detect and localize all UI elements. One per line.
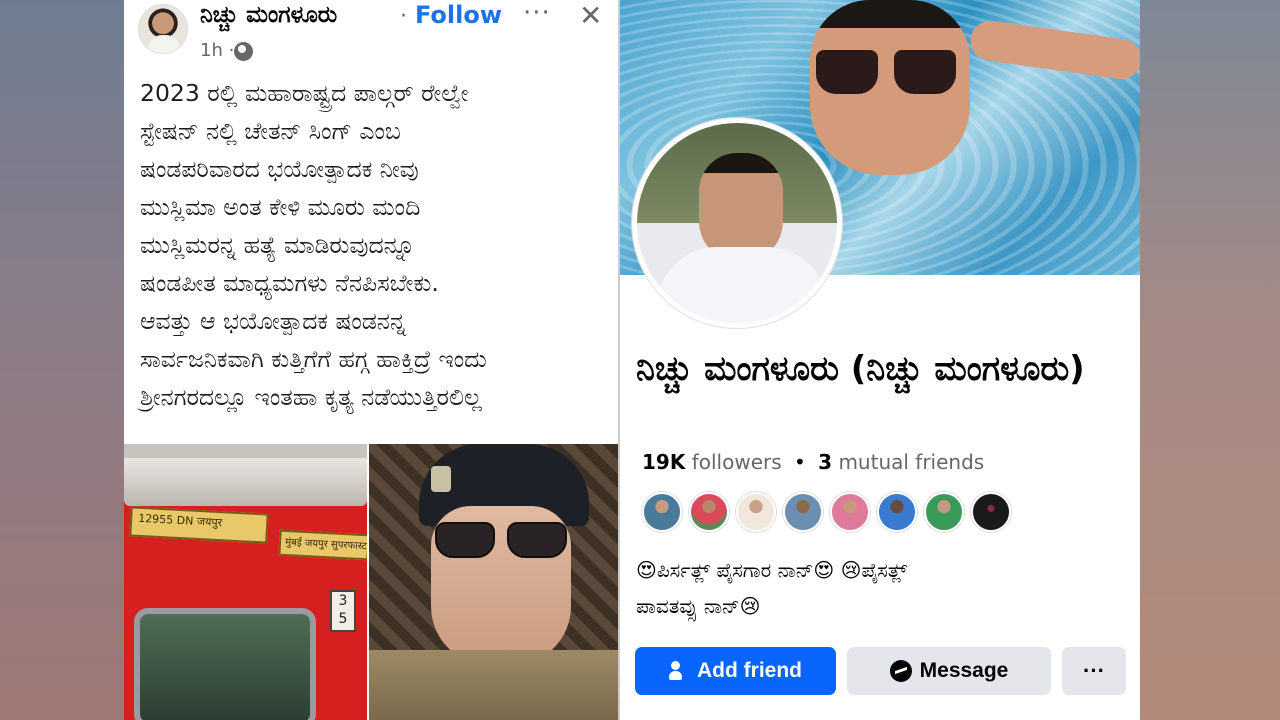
- mutual-label[interactable]: mutual friends: [838, 450, 984, 474]
- mutual-avatar[interactable]: [689, 492, 729, 532]
- post-header: ನಿಚ್ಚು ಮಂಗಳೂರು · Follow ··· ✕ 1h ·: [124, 0, 618, 72]
- train-window: [134, 608, 316, 720]
- post-text-line: ಸ್ಟೇಷನ್ ನಲ್ಲಿ ಚೇತನ್ ಸಿಂಗ್ ಎಂಬ: [140, 117, 401, 145]
- sunglasses-icon: [816, 50, 956, 96]
- profile-picture[interactable]: [632, 118, 842, 328]
- add-friend-label: Add friend: [697, 659, 802, 682]
- mutual-avatar[interactable]: [830, 492, 870, 532]
- post-text-line: ಆವತ್ತು ಆ ಭಯೋತ್ಪಾದಕ ಷಂಡನನ್ನ: [140, 307, 407, 335]
- officer-uniform: [369, 650, 618, 720]
- background-left: [0, 0, 124, 720]
- followers-label[interactable]: followers: [692, 450, 782, 474]
- author-avatar[interactable]: [138, 4, 188, 54]
- train-destination-plate: 12955 DN जयपुर: [129, 506, 269, 544]
- message-label: Message: [919, 659, 1009, 682]
- mutual-avatar[interactable]: [877, 492, 917, 532]
- mutual-avatar[interactable]: [971, 492, 1011, 532]
- mutual-count[interactable]: 3: [818, 450, 832, 474]
- globe-icon: [234, 42, 253, 61]
- mutual-avatar[interactable]: [736, 492, 776, 532]
- post-text-line: 2023 ರಲ್ಲಿ ಮಹಾರಾಷ್ಟ್ರದ ಪಾಲ್ಗರ್ ರೇಲ್ವೇ: [140, 79, 469, 107]
- follow-button[interactable]: Follow: [415, 1, 502, 29]
- followers-count[interactable]: 19K: [642, 450, 685, 474]
- profile-actions: Add friend Message ···: [635, 647, 1127, 695]
- mutual-avatar[interactable]: [924, 492, 964, 532]
- profile-bio: 😍ಪಿರ್ಸತ್ಲ್ ಪೈಸಗಾರ ನಾನ್😍 😢ಪೈಸತ್ಲ್ ಪಾವತವ್ಸ…: [636, 552, 1126, 624]
- profile-card: ನಿಚ್ಚು ಮಂಗಳೂರು (ನಿಚ್ಚು ಮಂಗಳೂರು) 19K foll…: [618, 0, 1140, 720]
- more-actions-button[interactable]: ···: [1062, 647, 1126, 695]
- bio-line: 😍ಪಿರ್ಸತ್ಲ್ ಪೈಸಗಾರ ನಾನ್😍 😢ಪೈಸತ್ಲ್: [636, 558, 908, 582]
- officer-photo[interactable]: [369, 444, 618, 720]
- train-route-plate: मुंबई जयपुर सुपरफास्ट: [278, 529, 367, 561]
- post-text-line: ಷಂಡಪರಿವಾರದ ಭಯೋತ್ಪಾದಕ ನೀವು: [140, 155, 419, 183]
- stats-separator: •: [794, 450, 806, 474]
- avatar-shirt: [657, 247, 827, 323]
- post-photos: 12955 DN जयपुर मुंबई जयपुर सुपरफास्ट 3 5: [124, 444, 618, 720]
- train-coach-number: 3 5: [330, 590, 356, 632]
- messenger-icon: [889, 660, 912, 682]
- post-text-line: ಷಂಡಪೀತ ಮಾಧ್ಯಮಗಳು ನೆನಪಿಸಬೇಕು.: [140, 269, 439, 297]
- post-text: 2023 ರಲ್ಲಿ ಮಹಾರಾಷ್ಟ್ರದ ಪಾಲ್ಗರ್ ರೇಲ್ವೇ ಸ್…: [140, 74, 610, 416]
- message-button[interactable]: Message: [847, 647, 1051, 695]
- post-text-line: ಶ್ರೀನಗರದಲ್ಲೂ ಇಂತಹಾ ಕೃತ್ಯ ನಡೆಯುತ್ತಿರಲಿಲ್ಲ: [140, 383, 482, 411]
- profile-stats: 19K followers • 3 mutual friends: [642, 450, 984, 474]
- sunglasses-icon: [435, 522, 567, 558]
- more-options-icon[interactable]: ···: [523, 0, 551, 28]
- author-name[interactable]: ನಿಚ್ಚು ಮಂಗಳೂರು: [200, 2, 337, 28]
- post-timestamp[interactable]: 1h ·: [200, 40, 234, 61]
- post-card: ನಿಚ್ಚು ಮಂಗಳೂರು · Follow ··· ✕ 1h · 2023 …: [124, 0, 618, 720]
- background-right: [1140, 0, 1280, 720]
- post-text-line: ಮುಸ್ಲಿಮರನ್ನ ಹತ್ಯೆ ಮಾಡಿರುವುದನ್ನೂ: [140, 231, 415, 259]
- post-text-line: ಸಾರ್ವಜನಿಕವಾಗಿ ಕುತ್ತಿಗೆಗೆ ಹಗ್ಗ ಹಾಕ್ತಿದ್ರೆ…: [140, 345, 487, 373]
- profile-name: ನಿಚ್ಚು ಮಂಗಳೂರು (ನಿಚ್ಚು ಮಂಗಳೂರು): [636, 349, 1085, 389]
- add-friend-icon: [669, 661, 689, 681]
- header-separator: ·: [400, 4, 407, 29]
- post-text-line: ಮುಸ್ಲಿಮಾ ಅಂತ ಕೇಳಿ ಮೂರು ಮಂದಿ: [140, 193, 421, 221]
- mutual-avatar[interactable]: [642, 492, 682, 532]
- bio-line: ಪಾವತವ್ಸು ನಾನ್😢: [636, 594, 761, 618]
- mutual-avatar[interactable]: [783, 492, 823, 532]
- train-roof: [124, 458, 367, 506]
- close-icon[interactable]: ✕: [579, 0, 602, 32]
- train-photo[interactable]: 12955 DN जयपुर मुंबई जयपुर सुपरफास्ट 3 5: [124, 444, 367, 720]
- cap-badge-icon: [431, 466, 451, 492]
- add-friend-button[interactable]: Add friend: [635, 647, 836, 695]
